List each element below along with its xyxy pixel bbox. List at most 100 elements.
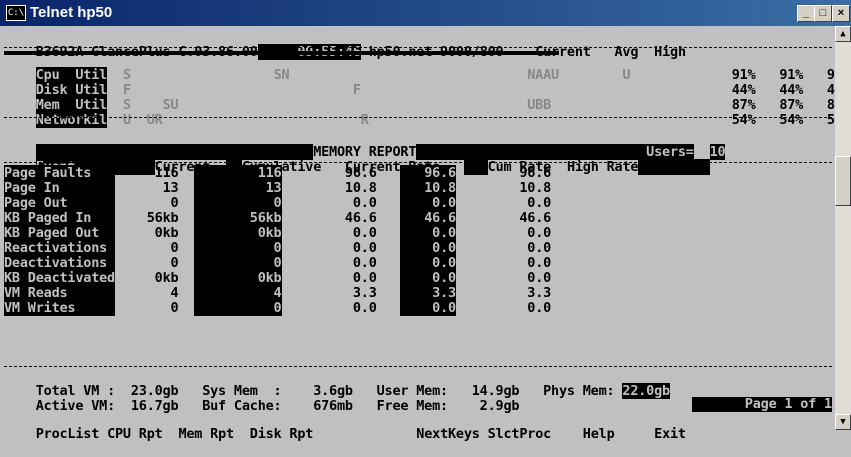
cumulative-value: 0 (194, 195, 282, 211)
event-name: VM Writes (4, 300, 115, 316)
users-count: 10 (709, 144, 726, 160)
gauge-row: Cpu Util S SN NAAU U (4, 53, 631, 83)
fkey[interactable]: CPU Rpt (107, 426, 163, 442)
report-title-row: MEMORY REPORT Users= 10 (4, 130, 726, 160)
high-rate: 0.0 (455, 255, 552, 271)
summary-line-2: Active VM: 16.7gb Buf Cache: 676mb Free … (35, 398, 520, 414)
current-rate: 46.6 (281, 210, 377, 226)
window-titlebar[interactable]: C:\ Telnet hp50 _ □ × (0, 0, 851, 26)
terminal-icon[interactable]: C:\ (6, 5, 26, 21)
table-row: KB Deactivated 0kb 0kb 0.0 0.0 0.0 (4, 270, 552, 286)
scroll-down-icon[interactable]: ▼ (835, 414, 851, 430)
event-name: VM Reads (4, 285, 115, 301)
cum-rate: 0.0 (400, 240, 456, 256)
current-value: 116 (115, 165, 179, 181)
cum-rate: 0.0 (400, 255, 456, 271)
event-name: KB Deactivated (4, 270, 115, 286)
current-value: 13 (115, 180, 179, 196)
 (377, 210, 401, 226)
event-name: KB Paged In (4, 210, 115, 226)
minimize-button[interactable]: _ (797, 5, 815, 22)
cumulative-value: 116 (194, 165, 282, 181)
fkey[interactable]: Mem Rpt (178, 426, 234, 442)
 (377, 300, 401, 316)
 (377, 285, 401, 301)
vertical-scrollbar[interactable]: ▲ ▼ (835, 26, 851, 430)
table-row: Page In 13 13 10.8 10.8 10.8 (4, 180, 552, 196)
 (178, 180, 194, 196)
cum-rate: 96.6 (400, 165, 456, 181)
table-row: Reactivations 0 0 0.0 0.0 0.0 (4, 240, 552, 256)
phys-mem-value: 22.0gb (622, 383, 670, 399)
 (377, 165, 401, 181)
 (178, 195, 194, 211)
fkey[interactable]: ProcList (36, 426, 100, 442)
current-rate: 0.0 (281, 270, 377, 286)
cum-rate: 46.6 (400, 210, 456, 226)
gauge-values: 44% 44% 44% (731, 82, 851, 98)
cumulative-value: 0kb (194, 270, 282, 286)
cumulative-value: 0 (194, 300, 282, 316)
table-row: KB Paged Out 0kb 0kb 0.0 0.0 0.0 (4, 225, 551, 241)
event-name: Page In (4, 180, 115, 196)
fkey[interactable]: Help (583, 426, 615, 442)
cumulative-value: 0 (194, 240, 282, 256)
current-value: 4 (115, 285, 179, 301)
event-name: Page Faults (4, 165, 115, 181)
 (178, 225, 194, 241)
high-rate: 0.0 (455, 240, 552, 256)
cum-rate: 10.8 (400, 180, 456, 196)
cum-rate: 3.3 (400, 285, 456, 301)
high-rate: 0.0 (455, 270, 552, 286)
gauge-values: 54% 54% 54% (731, 112, 851, 128)
high-rate: 10.8 (455, 180, 552, 196)
event-name: Reactivations (4, 240, 115, 256)
current-rate: 96.6 (281, 165, 377, 181)
close-button[interactable]: × (832, 5, 850, 22)
table-row: VM Reads 4 4 3.3 3.3 3.3 (4, 285, 552, 301)
gauge-values: 87% 87% 87% (731, 97, 851, 113)
 (178, 210, 194, 226)
scroll-up-icon[interactable]: ▲ (835, 26, 851, 42)
 (377, 240, 401, 256)
report-columns: Event Current Cumulative Current Rate Cu… (4, 145, 710, 175)
event-name: KB Paged Out (4, 225, 115, 241)
high-rate: 0.0 (455, 300, 552, 316)
current-value: 0kb (115, 225, 179, 241)
high-rate: 96.6 (455, 165, 552, 181)
 (377, 225, 401, 241)
 (178, 240, 194, 256)
fkey[interactable]: NextKeys (416, 426, 480, 442)
table-row: Deactivations 0 0 0.0 0.0 0.0 (4, 255, 552, 271)
cumulative-value: 56kb (194, 210, 282, 226)
scroll-thumb[interactable] (835, 156, 851, 206)
 (178, 285, 194, 301)
cum-rate: 0.0 (400, 270, 456, 286)
cum-rate: 0.0 (400, 225, 456, 241)
current-rate: 0.0 (281, 225, 377, 241)
terminal-screen[interactable]: B3692A GlancePlus C.03.86.00 09:55:46 hp… (0, 26, 851, 442)
fkey[interactable]: Disk Rpt (250, 426, 314, 442)
high-rate: 3.3 (455, 285, 552, 301)
high-rate: 46.6 (455, 210, 552, 226)
current-rate: 0.0 (281, 300, 377, 316)
current-value: 56kb (115, 210, 179, 226)
fkey[interactable]: Exit (654, 426, 686, 442)
gauge-row: Disk Util F F (35, 82, 361, 98)
 (178, 300, 194, 316)
high-rate: 0.0 (455, 195, 552, 211)
current-rate: 0.0 (281, 240, 377, 256)
fkey[interactable]: SlctProc (488, 426, 552, 442)
cumulative-value: 13 (194, 180, 282, 196)
gauge-values: 91% 91% 91% (731, 67, 851, 83)
current-value: 0 (115, 195, 179, 211)
maximize-button[interactable]: □ (814, 5, 832, 22)
divider (4, 162, 832, 163)
cum-rate: 0.0 (400, 300, 456, 316)
cumulative-value: 0 (194, 255, 282, 271)
current-value: 0 (115, 255, 179, 271)
 (377, 255, 401, 271)
divider (4, 117, 832, 118)
event-name: Page Out (4, 195, 115, 211)
current-value: 0 (115, 300, 179, 316)
